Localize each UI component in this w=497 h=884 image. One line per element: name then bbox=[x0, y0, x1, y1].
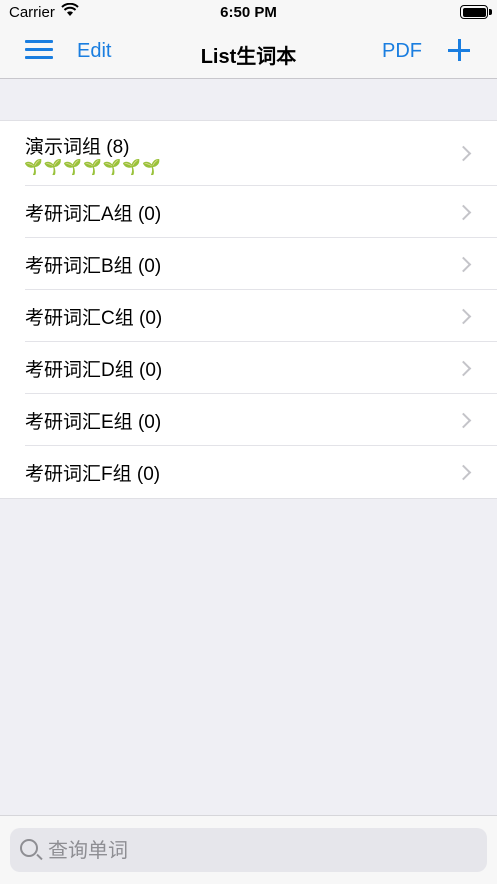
plus-icon[interactable] bbox=[447, 36, 471, 64]
chevron-right-icon bbox=[455, 412, 472, 429]
battery-icon bbox=[460, 5, 492, 19]
search-bar bbox=[0, 815, 497, 884]
sprout-icons: 🌱🌱🌱🌱🌱🌱🌱 bbox=[24, 159, 162, 176]
list-item-group-e[interactable]: 考研词汇E组 (0) bbox=[0, 394, 497, 446]
navigation-bar: Edit List生词本 PDF bbox=[0, 26, 497, 79]
page-title: List生词本 bbox=[200, 46, 297, 68]
list-item-label: 考研词汇B组 (0) bbox=[25, 256, 162, 277]
list-item-label: 考研词汇C组 (0) bbox=[25, 308, 163, 329]
list-item-label: 考研词汇A组 (0) bbox=[25, 204, 162, 225]
list-item-group-d[interactable]: 考研词汇D组 (0) bbox=[0, 342, 497, 394]
chevron-right-icon bbox=[455, 360, 472, 377]
list-item-label: 考研词汇E组 (0) bbox=[25, 412, 162, 433]
chevron-right-icon bbox=[455, 308, 472, 325]
search-icon bbox=[20, 839, 38, 857]
list-item-group-c[interactable]: 考研词汇C组 (0) bbox=[0, 290, 497, 342]
list-item-label: 演示词组 (8) bbox=[25, 137, 130, 158]
list-item-label: 考研词汇D组 (0) bbox=[25, 360, 163, 381]
chevron-right-icon bbox=[455, 464, 472, 481]
pdf-button[interactable]: PDF bbox=[382, 40, 422, 63]
chevron-right-icon bbox=[455, 256, 472, 273]
status-time: 6:50 PM bbox=[220, 4, 277, 21]
word-group-list: 演示词组 (8) 🌱🌱🌱🌱🌱🌱🌱 考研词汇A组 (0) 考研词汇B组 (0) 考… bbox=[0, 120, 497, 499]
search-field[interactable] bbox=[10, 828, 487, 874]
list-item-label: 考研词汇F组 (0) bbox=[25, 464, 161, 485]
chevron-right-icon bbox=[455, 145, 472, 162]
status-bar: Carrier 6:50 PM bbox=[0, 0, 497, 26]
chevron-right-icon bbox=[455, 204, 472, 221]
list-item-group-a[interactable]: 考研词汇A组 (0) bbox=[0, 186, 497, 238]
list-item-group-b[interactable]: 考研词汇B组 (0) bbox=[0, 238, 497, 290]
list-item-demo-group[interactable]: 演示词组 (8) 🌱🌱🌱🌱🌱🌱🌱 bbox=[0, 121, 497, 186]
list-item-group-f[interactable]: 考研词汇F组 (0) bbox=[0, 446, 497, 498]
search-input[interactable] bbox=[46, 828, 480, 874]
